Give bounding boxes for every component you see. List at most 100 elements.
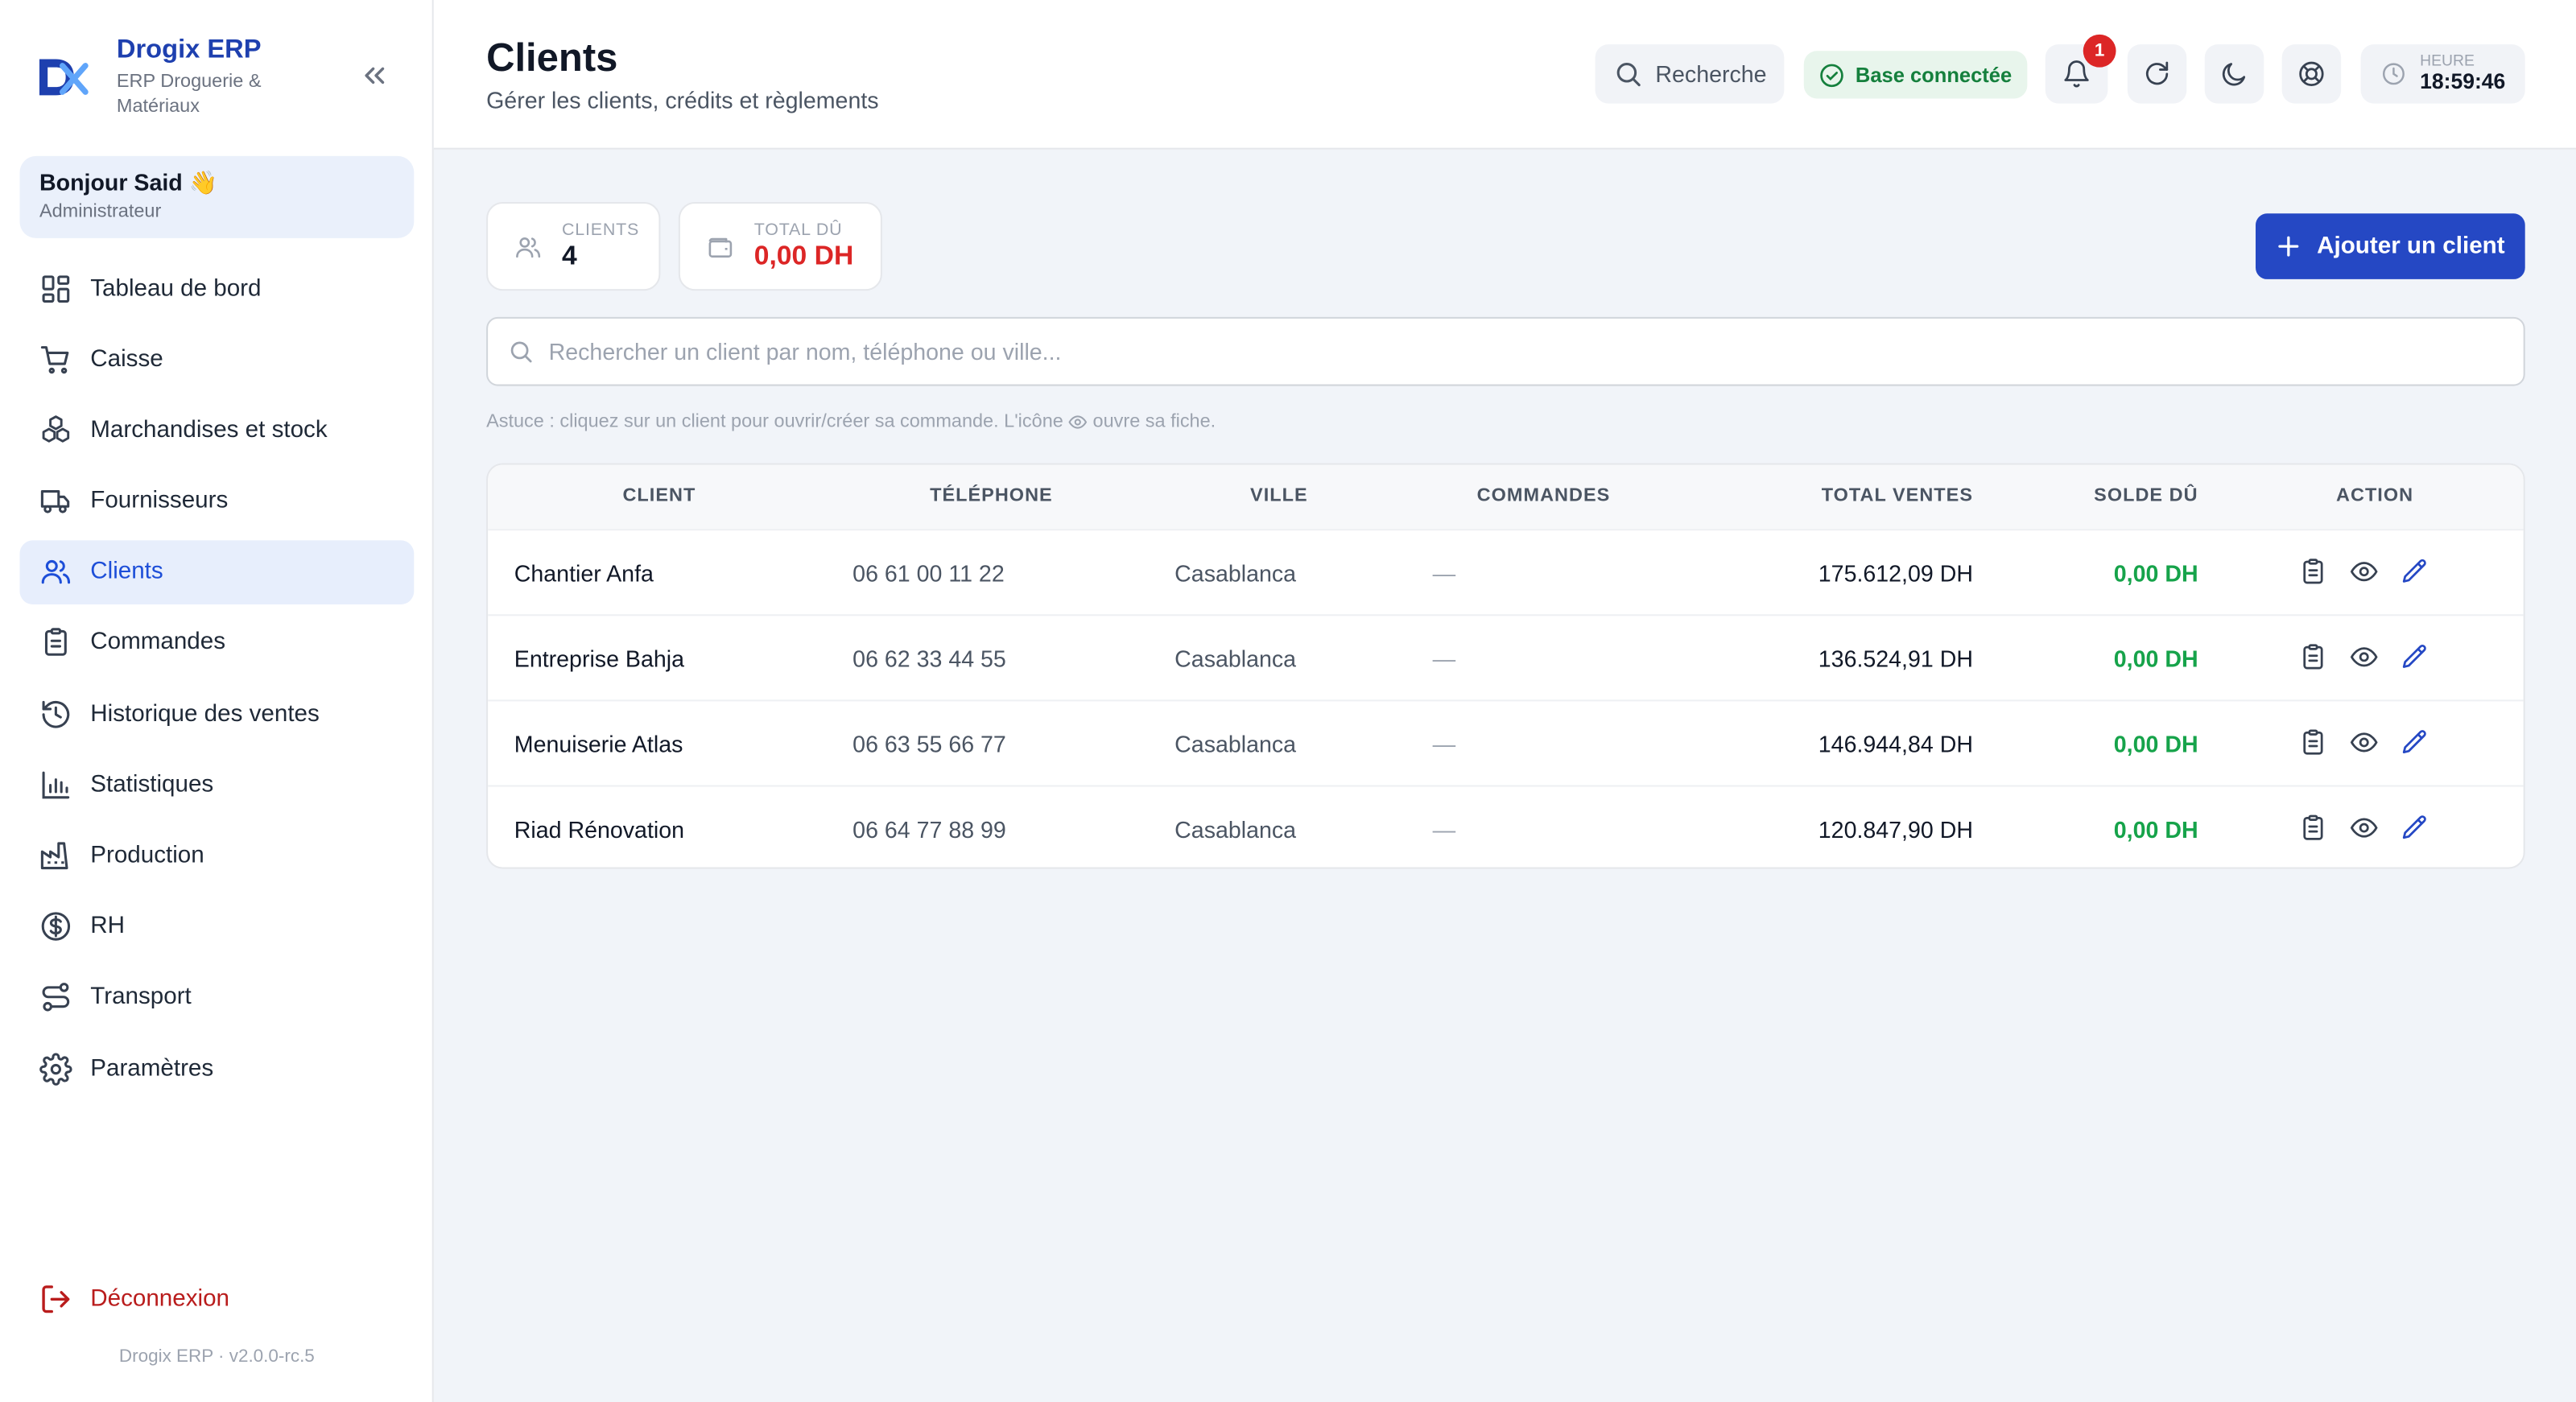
order-button[interactable]: [2298, 642, 2328, 672]
edit-client-button[interactable]: [2401, 813, 2430, 843]
client-name: Chantier Anfa: [514, 559, 654, 587]
sidebar-item-caisse[interactable]: Caisse: [19, 328, 414, 392]
client-search-input[interactable]: [548, 338, 2487, 365]
wallet-icon: [708, 237, 733, 257]
gear-icon: [39, 1052, 72, 1085]
notification-count-badge: 1: [2083, 34, 2116, 68]
view-client-button[interactable]: [2349, 728, 2379, 757]
sidebar-item-clients[interactable]: Clients: [19, 539, 415, 604]
users-icon: [516, 236, 541, 257]
client-total-sales: 120.847,90 DH: [1818, 816, 1974, 843]
eye-icon: [2350, 818, 2378, 838]
client-city: Casablanca: [1174, 645, 1297, 672]
client-phone: 06 61 00 11 22: [852, 559, 1005, 587]
clipboard-icon: [2303, 644, 2323, 670]
table-row[interactable]: Entreprise Bahja 06 62 33 44 55 Casablan…: [488, 614, 2524, 699]
clock-time: 18:59:46: [2420, 68, 2506, 94]
refresh-button[interactable]: [2127, 44, 2187, 104]
header-phone: TÉLÉPHONE: [930, 486, 1053, 506]
sidebar-item-production[interactable]: Production: [19, 823, 414, 888]
search-icon: [510, 341, 532, 363]
tip-text: Astuce : cliquez sur un client pour ouvr…: [486, 412, 1216, 431]
dollar-circle-icon: [41, 912, 71, 942]
eye-icon: [2350, 732, 2378, 753]
sidebar-item-label: Transport: [90, 984, 192, 1011]
total-due-label: TOTAL DÛ: [753, 220, 843, 240]
brand: Drogix ERP ERP Droguerie & Matériaux: [36, 36, 414, 134]
clients-count-value: 4: [561, 241, 577, 271]
clients-table: CLIENT TÉLÉPHONE VILLE COMMANDES TOTAL V…: [486, 463, 2525, 869]
sidebar-item-historique[interactable]: Historique des ventes: [19, 682, 414, 746]
logout-label: Déconnexion: [90, 1284, 230, 1312]
clipboard-icon: [44, 629, 67, 657]
client-orders: —: [1432, 559, 1456, 587]
client-orders: —: [1432, 731, 1456, 757]
total-due-value: 0,00 DH: [753, 241, 854, 271]
refresh-icon: [2145, 61, 2169, 85]
edit-client-button[interactable]: [2401, 557, 2430, 587]
page-title: Clients: [486, 35, 618, 80]
sidebar-item-fournisseurs[interactable]: Fournisseurs: [19, 469, 414, 534]
global-search-button[interactable]: Recherche: [1595, 44, 1785, 104]
view-client-button[interactable]: [2349, 557, 2379, 587]
tip-text-after: ouvre sa fiche.: [1092, 412, 1216, 432]
bar-chart-icon: [42, 771, 70, 798]
table-row[interactable]: Riad Rénovation 06 64 77 88 99 Casablanc…: [488, 785, 2524, 868]
sidebar: Drogix ERP ERP Droguerie & Matériaux Bon…: [0, 0, 434, 1402]
drogix-logo-icon: [39, 59, 89, 96]
logout-icon: [42, 1284, 70, 1313]
clipboard-icon: [2303, 559, 2323, 584]
clock-widget: HEURE 18:59:46: [2360, 44, 2525, 104]
sidebar-item-parametres[interactable]: Paramètres: [19, 1037, 414, 1101]
plus-icon: [2278, 236, 2299, 257]
lifebuoy-icon: [2299, 61, 2324, 86]
dashboard-icon: [42, 274, 70, 302]
order-button[interactable]: [2298, 557, 2328, 587]
table-row[interactable]: Menuiserie Atlas 06 63 55 66 77 Casablan…: [488, 699, 2524, 785]
search-label: Recherche: [1655, 60, 1767, 88]
sidebar-item-tableau-de-bord[interactable]: Tableau de bord: [19, 256, 414, 320]
client-city: Casablanca: [1174, 731, 1297, 757]
clipboard-icon: [2303, 814, 2323, 840]
edit-client-button[interactable]: [2401, 728, 2430, 757]
order-button[interactable]: [2298, 813, 2328, 843]
brand-subtitle: ERP Droguerie & Matériaux: [116, 72, 262, 117]
add-client-button[interactable]: Ajouter un client: [2256, 213, 2525, 279]
database-status-badge: Base connectée: [1803, 51, 2028, 99]
user-greeting: Bonjour Said 👋 Administrateur: [19, 155, 415, 238]
client-balance-due: 0,00 DH: [2113, 731, 2198, 757]
client-phone: 06 62 33 44 55: [852, 645, 1006, 672]
bell-icon: [2064, 60, 2089, 88]
view-client-button[interactable]: [2349, 642, 2379, 672]
truck-icon: [40, 490, 70, 513]
cart-icon: [40, 345, 69, 373]
history-icon: [42, 700, 70, 728]
eye-icon: [2350, 562, 2378, 582]
table-row[interactable]: Chantier Anfa 06 61 00 11 22 Casablanca …: [488, 529, 2524, 614]
edit-client-button[interactable]: [2401, 642, 2430, 672]
sidebar-item-rh[interactable]: RH: [19, 895, 414, 959]
user-role: Administrateur: [39, 202, 162, 222]
boxes-icon: [42, 414, 70, 443]
collapse-sidebar-button[interactable]: [358, 59, 391, 92]
eye-icon: [2350, 647, 2378, 667]
sidebar-item-statistiques[interactable]: Statistiques: [19, 753, 414, 817]
brand-name: Drogix ERP: [116, 35, 262, 64]
client-search-field: [486, 316, 2525, 386]
add-client-label: Ajouter un client: [2317, 233, 2505, 260]
clock-label: HEURE: [2420, 52, 2475, 71]
sidebar-item-marchandises[interactable]: Marchandises et stock: [19, 398, 414, 463]
support-button[interactable]: [2281, 44, 2342, 104]
view-client-button[interactable]: [2349, 813, 2379, 843]
theme-toggle-button[interactable]: [2204, 44, 2264, 104]
sidebar-item-commandes[interactable]: Commandes: [19, 611, 414, 675]
clipboard-icon: [2303, 729, 2323, 755]
client-orders: —: [1432, 645, 1456, 672]
sidebar-item-label: Production: [90, 842, 204, 869]
eye-icon: [1068, 415, 1088, 429]
pencil-icon: [2402, 559, 2426, 583]
order-button[interactable]: [2298, 728, 2328, 757]
sidebar-item-transport[interactable]: Transport: [19, 966, 414, 1030]
logout-button[interactable]: Déconnexion: [19, 1266, 414, 1330]
sidebar-item-label: Caisse: [90, 345, 163, 373]
